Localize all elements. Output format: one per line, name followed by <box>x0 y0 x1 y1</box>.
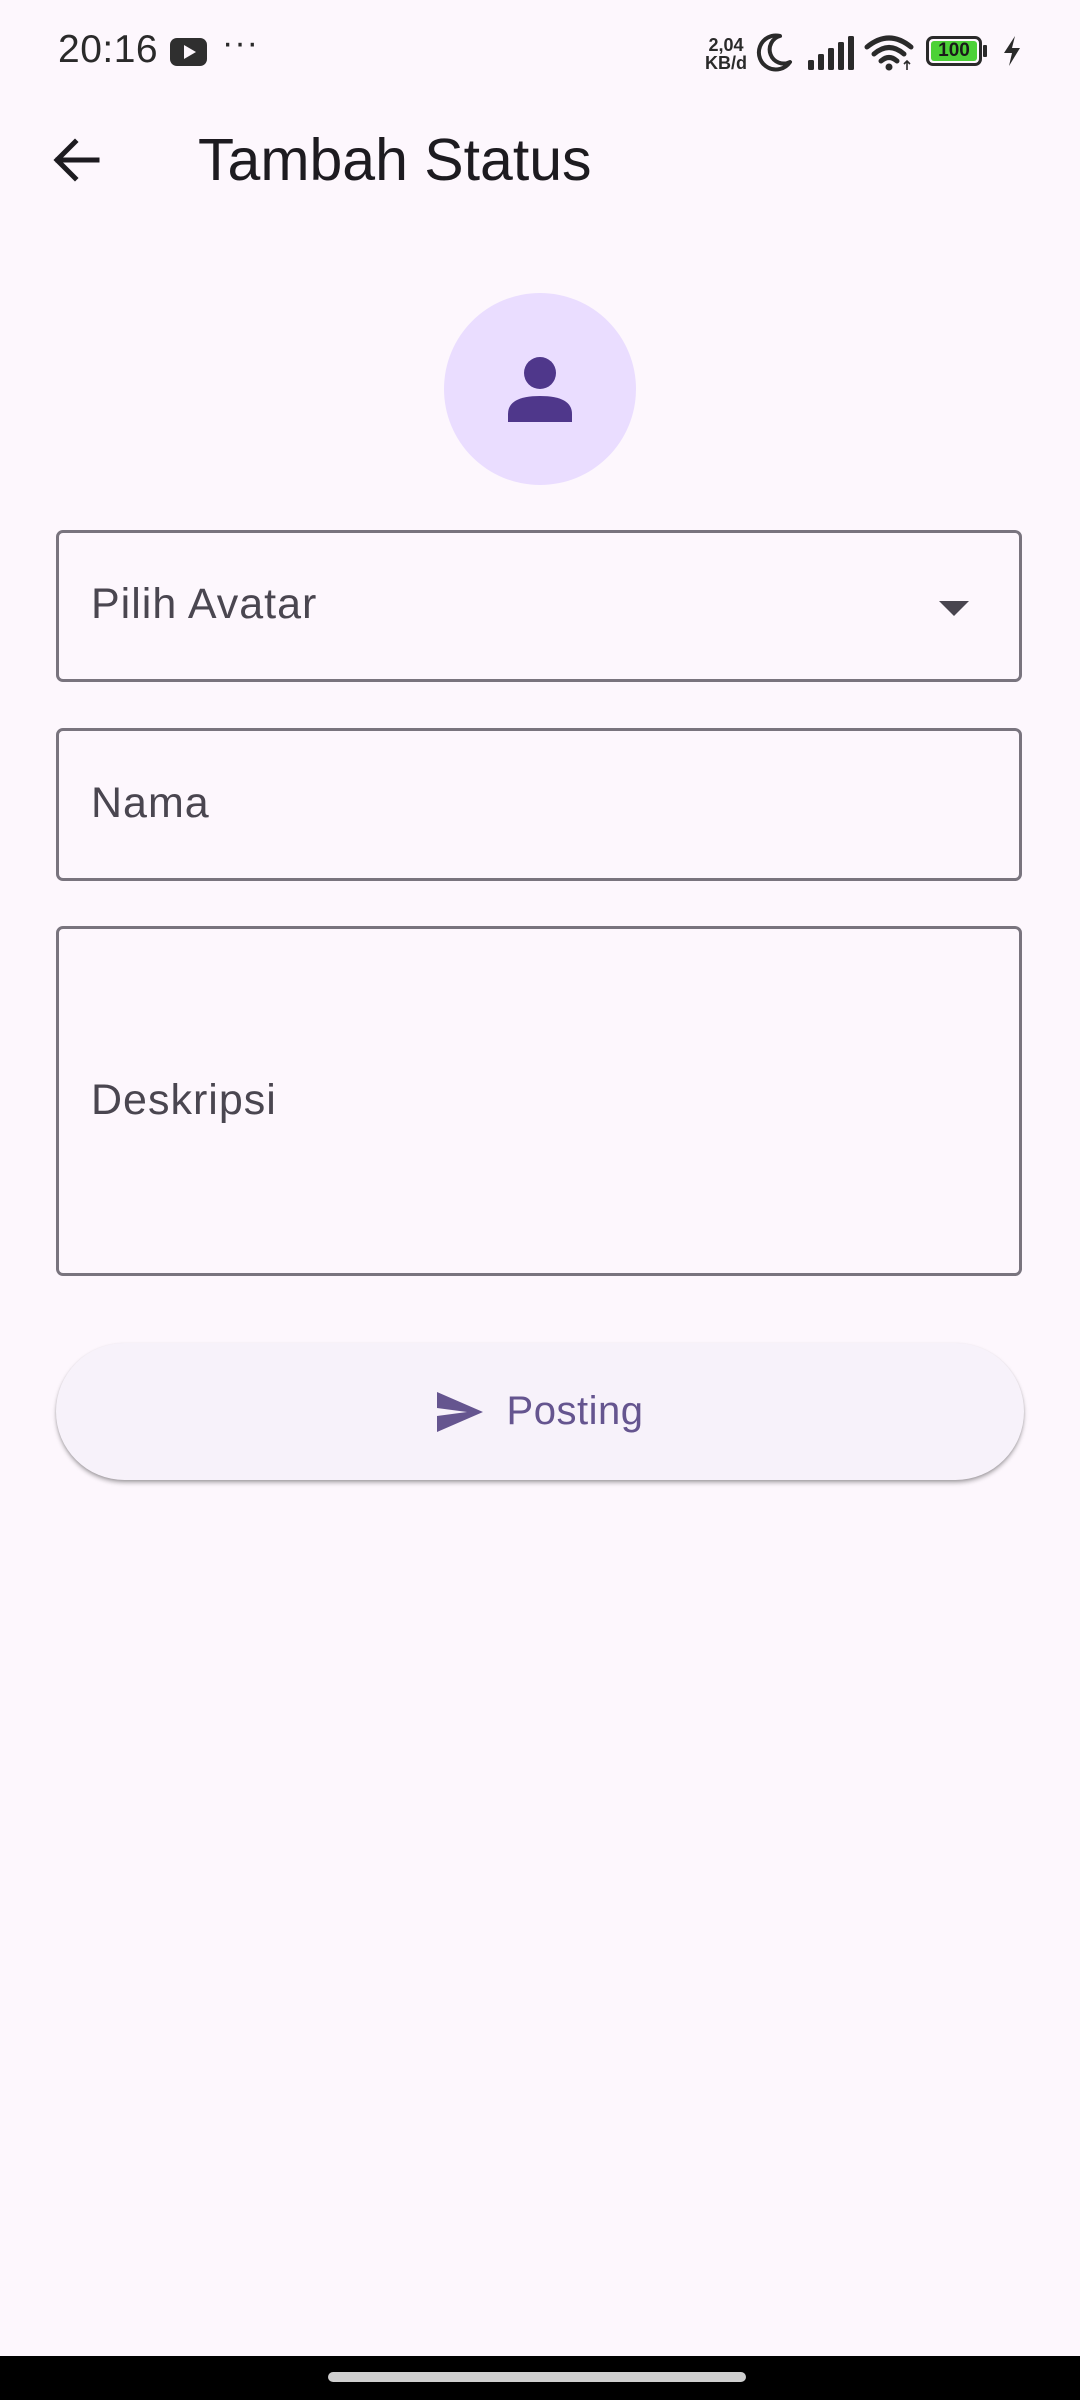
name-field-label: Nama <box>91 779 210 827</box>
system-nav-bar <box>0 2356 1080 2400</box>
arrow-back-icon <box>53 138 100 182</box>
post-button[interactable]: Posting <box>56 1343 1024 1480</box>
send-icon <box>436 1391 483 1432</box>
description-field-label: Deskripsi <box>91 1076 277 1124</box>
network-speed-unit: KB/d <box>705 53 747 73</box>
avatar <box>444 293 636 485</box>
avatar-select-label: Pilih Avatar <box>91 580 318 628</box>
chevron-down-icon <box>939 601 969 616</box>
network-speed-value: 2,04 <box>708 35 744 55</box>
wifi-icon <box>864 35 914 71</box>
post-button-content: Posting <box>436 1389 644 1434</box>
avatar-select[interactable]: Pilih Avatar <box>56 530 1022 682</box>
screen: 20:16 ··· 2,04 KB/d 100 Tambah Status Pi… <box>0 0 1080 2400</box>
battery-icon: 100 <box>926 36 987 66</box>
youtube-icon <box>170 38 207 66</box>
more-notifications-icon: ··· <box>222 24 259 62</box>
moon-icon <box>756 33 792 72</box>
page-title: Tambah Status <box>198 127 592 193</box>
home-gesture-bar[interactable] <box>328 2372 746 2382</box>
battery-level: 100 <box>938 40 970 61</box>
description-field[interactable]: Deskripsi <box>56 926 1022 1276</box>
name-field[interactable]: Nama <box>56 728 1022 881</box>
post-button-label: Posting <box>506 1389 644 1433</box>
network-speed: 2,04 KB/d <box>703 36 749 72</box>
person-icon <box>508 357 572 422</box>
status-bar: 20:16 ··· 2,04 KB/d 100 <box>0 0 1080 104</box>
status-time: 20:16 <box>58 28 159 71</box>
signal-icon <box>808 36 854 70</box>
back-button[interactable] <box>40 120 112 200</box>
charging-icon <box>1004 36 1020 66</box>
